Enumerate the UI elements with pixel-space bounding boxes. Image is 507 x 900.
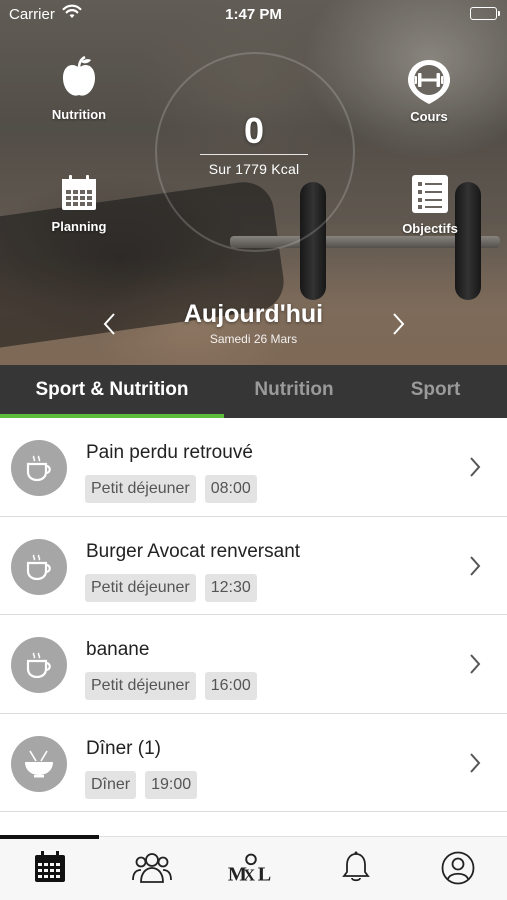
meal-category-badge: Petit déjeuner [85, 475, 196, 503]
kcal-target: Sur 1779 Kcal [208, 161, 300, 177]
chevron-right-icon [469, 456, 481, 483]
planning-shortcut[interactable]: Planning [44, 174, 114, 234]
meal-name: Pain perdu retrouvé [86, 442, 253, 463]
meal-tags: Petit déjeuner 12:30 [85, 573, 257, 602]
day-title: Aujourd'hui [183, 300, 324, 328]
meal-tags: Petit déjeuner 16:00 [85, 672, 257, 700]
tab-sport[interactable]: Sport [364, 365, 507, 418]
tabbar-profile[interactable] [433, 851, 483, 891]
next-day-button[interactable] [392, 312, 406, 341]
tab-sport-nutrition[interactable]: Sport & Nutrition [0, 365, 224, 418]
clock: 1:47 PM [225, 6, 282, 23]
kcal-divider [200, 154, 308, 155]
tab-nutrition[interactable]: Nutrition [224, 365, 364, 418]
kcal-value: 0 [243, 110, 265, 151]
mxl-logo-icon: M X L [228, 853, 271, 886]
day-selector: Aujourd'hui Samedi 26 Mars [0, 300, 507, 346]
chevron-right-icon [393, 313, 405, 335]
meal-list-item[interactable]: Pain perdu retrouvé Petit déjeuner 08:00 [0, 418, 507, 517]
calendar-icon [60, 175, 98, 215]
meal-list-item[interactable]: Dîner (1) Dîner 19:00 [0, 713, 507, 812]
meal-list-item[interactable]: banane Petit déjeuner 16:00 [0, 615, 507, 714]
nutrition-shortcut[interactable]: Nutrition [46, 55, 112, 122]
svg-text:X: X [243, 866, 255, 885]
calendar-icon [35, 851, 65, 882]
meal-category-badge: Dîner [85, 770, 137, 799]
meal-name: Burger Avocat renversant [86, 540, 301, 562]
coffee-cup-icon [11, 538, 67, 595]
chevron-right-icon [469, 752, 481, 779]
tabbar-community[interactable] [127, 851, 177, 891]
meal-tags: Dîner 19:00 [85, 770, 198, 799]
bell-icon [342, 851, 370, 882]
day-date: Samedi 26 Mars [209, 332, 298, 346]
meal-tags: Petit déjeuner 08:00 [85, 475, 257, 503]
segment-tabs: Sport & Nutrition Nutrition Sport [0, 365, 507, 418]
tabbar-planning[interactable] [25, 851, 75, 891]
checklist-icon [411, 175, 449, 217]
chevron-right-icon [469, 555, 481, 582]
community-icon [132, 853, 172, 883]
bottom-tab-bar: M X L [0, 835, 507, 900]
kcal-summary: 0 Sur 1779 Kcal [190, 112, 318, 177]
svg-text:L: L [258, 864, 271, 886]
objectifs-shortcut[interactable]: Objectifs [394, 174, 466, 236]
battery-icon [470, 7, 500, 20]
tabbar-notifications[interactable] [331, 851, 381, 891]
tabbar-home[interactable]: M X L [226, 851, 276, 891]
status-bar: Carrier 1:47 PM [0, 0, 507, 28]
planning-label: Planning [51, 219, 107, 234]
dumbbell-pin-icon [406, 60, 452, 109]
objectifs-label: Objectifs [402, 221, 458, 236]
meal-time-badge: 12:30 [204, 573, 257, 602]
apple-icon [59, 55, 99, 103]
meal-time-badge: 19:00 [145, 770, 198, 799]
noodle-bowl-icon [11, 735, 67, 792]
chevron-right-icon [469, 653, 481, 680]
meal-time-badge: 08:00 [204, 475, 257, 503]
meal-category-badge: Petit déjeuner [85, 573, 196, 602]
hero-banner: Carrier 1:47 PM Nutrition Cours Planning… [0, 0, 507, 365]
meal-list: Pain perdu retrouvé Petit déjeuner 08:00… [0, 418, 507, 812]
meal-name: banane [86, 639, 150, 660]
active-tab-indicator [0, 835, 99, 839]
coffee-cup-icon [11, 637, 67, 693]
cours-shortcut[interactable]: Cours [396, 58, 462, 124]
nutrition-label: Nutrition [51, 107, 107, 122]
meal-time-badge: 16:00 [204, 672, 257, 700]
meal-list-item[interactable]: Burger Avocat renversant Petit déjeuner … [0, 516, 507, 615]
meal-name: Dîner (1) [86, 737, 161, 759]
coffee-cup-icon [11, 440, 67, 496]
meal-category-badge: Petit déjeuner [85, 672, 196, 700]
profile-icon [441, 851, 475, 885]
cours-label: Cours [410, 109, 448, 124]
